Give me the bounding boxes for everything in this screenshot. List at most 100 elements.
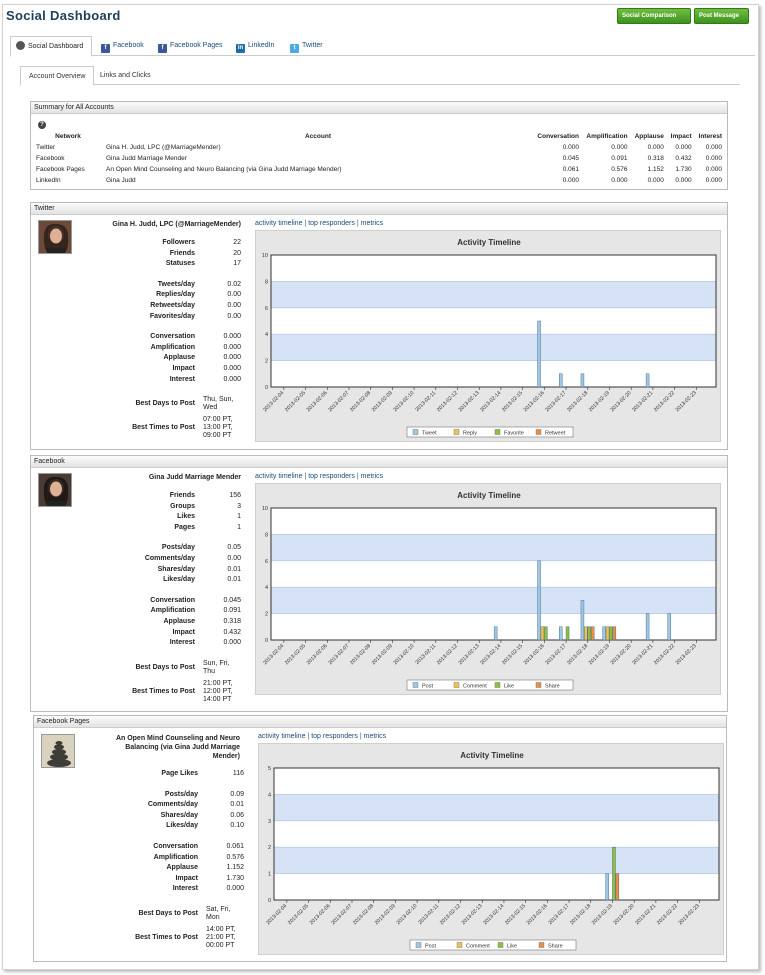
grid-band: [274, 847, 719, 874]
metric-label: Posts/day: [164, 790, 198, 798]
bar: [667, 613, 671, 641]
post-message-button[interactable]: Post Message: [694, 8, 749, 24]
table-cell: 0.000: [611, 144, 628, 151]
x-tick-label: 2013-02-13: [461, 903, 484, 926]
tab-links-and-clicks[interactable]: Links and Clicks: [92, 66, 159, 85]
activity-chart: Activity Timeline 0 2 4 6 8 10 2013-02-04 2013-0…: [255, 483, 721, 695]
stones-image: [42, 735, 74, 767]
y-tick-label: 6: [265, 559, 268, 565]
x-tick-label: 2013-02-17: [544, 643, 567, 666]
metric-value: 0.00: [227, 291, 241, 299]
column-header: Account: [305, 133, 331, 140]
activity-timeline-link[interactable]: activity timeline: [258, 733, 305, 740]
bar: [602, 626, 606, 641]
table-cell: 0.000: [705, 166, 722, 173]
metric-value: 1: [237, 523, 241, 531]
table-cell: Twitter: [36, 144, 56, 151]
section-heading: Facebook Pages: [34, 716, 726, 728]
chart-svg: Activity Timeline02468102013-02-042013-0…: [262, 238, 717, 438]
metric-label: Shares/day: [160, 811, 198, 819]
best-times-value: 07:00 PT,: [203, 416, 233, 424]
x-tick-label: 2013-02-18: [566, 643, 589, 666]
table-row: Facebook Gina Judd Marriage Mender 0.045 0.…: [33, 153, 725, 164]
social-comparison-button[interactable]: Social Comparison: [617, 8, 691, 24]
legend-label: Like: [507, 943, 517, 949]
plot-area: [273, 767, 720, 901]
table-row: LinkedIn Gina Judd 0.000 0.000 0.000 0.000 0.0…: [33, 175, 725, 186]
grid-band: [271, 281, 716, 308]
best-times-value: 13:00 PT,: [203, 424, 233, 432]
metric-label: Favorites/day: [149, 312, 195, 320]
legend-swatch: [535, 429, 542, 435]
best-days-label: Best Days to Post: [138, 910, 198, 917]
x-tick-label: 2013-02-19: [591, 903, 614, 926]
bar: [537, 320, 541, 388]
y-tick-label: 10: [262, 253, 268, 259]
x-tick-label: 2013-02-17: [547, 903, 570, 926]
bar: [605, 873, 609, 901]
metrics-link[interactable]: metrics: [361, 220, 384, 227]
bar: [584, 626, 588, 641]
tab-facebook-pages[interactable]: f Facebook Pages: [153, 36, 228, 56]
x-tick-label: 2013-02-04: [262, 643, 285, 666]
metric-label: Applause: [166, 864, 198, 872]
bar: [645, 613, 650, 641]
legend-swatch: [456, 942, 463, 948]
table-cell: 0.000: [562, 177, 579, 184]
top-responders-link[interactable]: top responders: [308, 473, 355, 480]
tab-facebook[interactable]: f Facebook: [96, 36, 149, 56]
table-cell: Facebook Pages: [36, 166, 85, 173]
metrics-link[interactable]: metrics: [364, 733, 387, 740]
tab-label: Social Dashboard: [28, 43, 84, 50]
table-cell: 0.000: [647, 144, 664, 151]
y-tick-label: 2: [265, 359, 268, 365]
metrics-link[interactable]: metrics: [361, 473, 384, 480]
legend-swatch: [494, 429, 501, 435]
x-tick-label: 2013-02-14: [482, 903, 505, 926]
metric-label: Conversation: [153, 843, 198, 850]
table-cell: 1.730: [675, 166, 692, 173]
metric-label: Posts/day: [161, 544, 195, 552]
metric-value: 0.00: [227, 555, 241, 562]
activity-timeline-link[interactable]: activity timeline: [255, 473, 302, 480]
tab-account-overview[interactable]: Account Overview: [20, 66, 95, 86]
tab-label: Twitter: [302, 42, 323, 49]
top-responders-link[interactable]: top responders: [311, 733, 358, 740]
x-tick-label: 2013-02-11: [414, 390, 437, 413]
x-tick-label: 2013-02-21: [631, 643, 654, 666]
x-tick-label: 2013-02-16: [523, 643, 546, 666]
tab-linkedin[interactable]: in LinkedIn: [231, 36, 279, 56]
metric-label: Likes: [177, 513, 195, 521]
activity-timeline-link[interactable]: activity timeline: [255, 220, 302, 227]
chart-links: activity timeline | top responders | met…: [258, 733, 386, 740]
metric-value: 0.000: [223, 333, 241, 341]
facebook-icon: f: [158, 44, 167, 53]
tab-social-dashboard[interactable]: Social Dashboard: [10, 36, 92, 57]
account-name: Mender): [212, 753, 240, 760]
table-cell: Gina Judd: [106, 177, 136, 184]
metric-value: 156: [229, 492, 241, 499]
twitter-panel: Twitter Gina H. Judd, LPC (@MarriageMend…: [30, 202, 728, 450]
table-cell: 0.000: [647, 177, 664, 184]
legend-label: Reply: [463, 430, 477, 436]
metric-value: 0.09: [230, 790, 244, 798]
metric-label: Followers: [162, 239, 195, 246]
bar: [580, 373, 585, 388]
help-icon[interactable]: ?: [38, 121, 46, 129]
best-days-value: Mon: [206, 914, 220, 921]
x-tick-label: 2013-02-18: [569, 903, 592, 926]
metric-value: 0.000: [223, 354, 241, 362]
chart-links: activity timeline | top responders | met…: [255, 473, 383, 480]
bar: [544, 626, 548, 641]
legend-label: Post: [425, 943, 436, 949]
metric-value: 1.152: [226, 864, 244, 872]
tab-twitter[interactable]: t Twitter: [285, 36, 328, 56]
top-responders-link[interactable]: top responders: [308, 220, 355, 227]
table-cell: 0.000: [562, 144, 579, 151]
table-cell: 0.000: [705, 177, 722, 184]
chart-title: Activity Timeline: [460, 751, 524, 760]
metric-value: 0.05: [227, 544, 241, 552]
column-header: Applause: [634, 133, 664, 140]
metric-label: Conversation: [150, 333, 195, 341]
metric-value: 0.000: [223, 365, 241, 372]
